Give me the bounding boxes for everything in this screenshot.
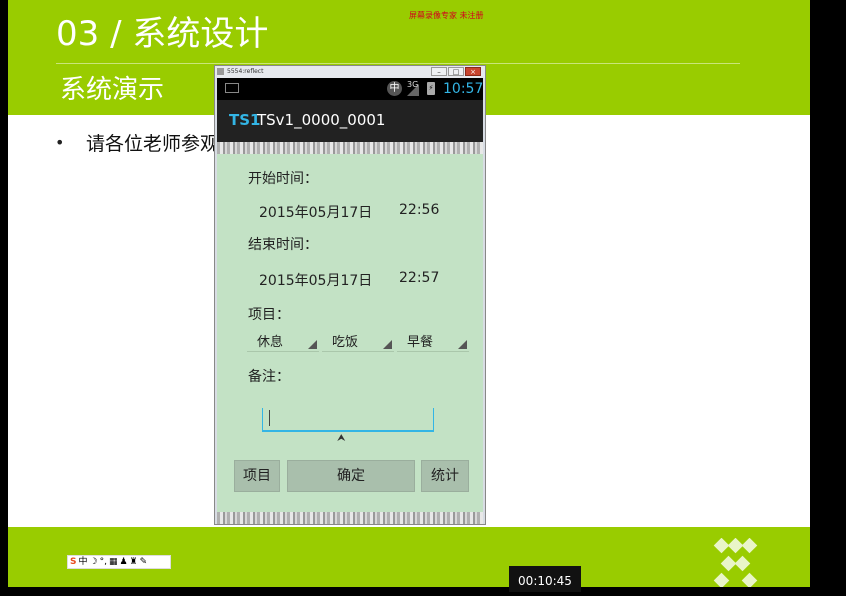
meal-spinner[interactable]: 早餐 (397, 329, 469, 352)
spinner-value: 吃饭 (332, 335, 359, 350)
battery-icon: ⚡ (427, 82, 435, 95)
end-time-label: 结束时间： (248, 237, 318, 253)
device-screen: 中 3G ⚡ 10:57 TS1 TSv1_0000_0001 开始时间： 20… (217, 78, 483, 524)
emulator-window: 5554:reflect – □ × 中 3G ⚡ 10:57 TS1 TSv1… (214, 65, 486, 525)
minimize-button[interactable]: – (431, 67, 447, 76)
ime-indicator-icon: 中 (387, 81, 402, 96)
close-button[interactable]: × (465, 67, 481, 76)
start-time-value[interactable]: 22:56 (399, 202, 439, 218)
app-icon (217, 68, 224, 75)
recorder-watermark: 屏幕录像专家 未注册 (409, 11, 484, 20)
bullet-icon: • (55, 133, 65, 152)
emulator-titlebar[interactable]: 5554:reflect – □ × (215, 66, 485, 78)
title-divider (56, 63, 740, 64)
activity-spinner[interactable]: 吃饭 (322, 329, 394, 352)
sogou-icon[interactable]: S (70, 556, 76, 568)
stats-button[interactable]: 统计 (421, 460, 469, 492)
bullet-text: 请各位老师参观 (86, 133, 220, 155)
recording-timer: 00:10:45 (509, 566, 581, 592)
user-icon[interactable]: ♟ (119, 556, 127, 568)
window-title: 5554:reflect (227, 68, 264, 75)
confirm-button[interactable]: 确定 (287, 460, 415, 492)
project-button[interactable]: 项目 (234, 460, 280, 492)
lace-border-bottom (217, 512, 483, 524)
diamond-logo-icon (713, 538, 758, 587)
spinner-value: 早餐 (407, 335, 434, 350)
dropdown-arrow-icon (383, 340, 392, 349)
end-date-value[interactable]: 2015年05月17日 (259, 270, 372, 290)
slide-subtitle: 系统演示 (60, 75, 165, 105)
network-type: 3G (407, 80, 419, 89)
slide-title: 03 / 系统设计 (56, 14, 269, 54)
category-spinner[interactable]: 休息 (247, 329, 319, 352)
action-bar: TS1 TSv1_0000_0001 (217, 100, 483, 142)
wrench-icon[interactable]: ✎ (140, 556, 148, 568)
lace-border-top (217, 142, 483, 154)
spinner-value: 休息 (257, 335, 284, 350)
punct-icon[interactable]: °, (100, 556, 107, 568)
project-label: 项目： (248, 307, 290, 323)
start-time-label: 开始时间： (248, 171, 318, 187)
moon-icon[interactable]: ☽ (90, 556, 98, 568)
maximize-button[interactable]: □ (448, 67, 464, 76)
shirt-icon[interactable]: ♜ (130, 556, 138, 568)
end-time-value[interactable]: 22:57 (399, 270, 439, 286)
ime-mode-label[interactable]: 中 (78, 556, 87, 568)
keyboard-icon[interactable]: ▦ (109, 556, 118, 568)
dropdown-arrow-icon (458, 340, 467, 349)
mouse-cursor-icon: ⮝ (337, 433, 346, 444)
ime-toolbar[interactable]: S 中 ☽ °, ▦ ♟ ♜ ✎ (67, 555, 171, 569)
status-bar: 中 3G ⚡ 10:57 (217, 78, 483, 100)
memo-label: 备注： (248, 369, 290, 385)
memo-input[interactable] (262, 408, 434, 432)
app-brand: TS1 (229, 111, 261, 129)
start-date-value[interactable]: 2015年05月17日 (259, 202, 372, 222)
app-title: TSv1_0000_0001 (257, 111, 386, 129)
status-clock: 10:57 (443, 81, 483, 97)
dropdown-arrow-icon (308, 340, 317, 349)
keyboard-icon (225, 83, 239, 93)
